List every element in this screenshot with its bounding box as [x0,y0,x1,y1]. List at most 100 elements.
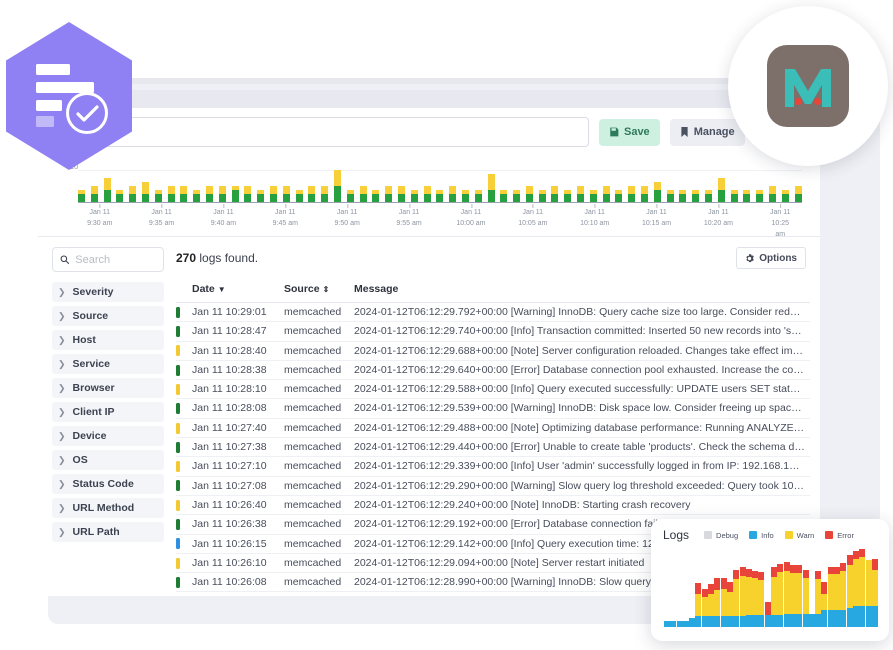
row-message: 2024-01-12T06:12:29.740+00:00 [Info] Tra… [350,321,810,342]
timeline-bar [705,190,713,202]
severity-bar [695,583,702,627]
timeline-bar [116,190,124,202]
severity-bar-error-segment [821,582,828,594]
severity-bar [827,566,834,627]
facet-client-ip[interactable]: ❯ Client IP [52,402,164,422]
table-row[interactable]: Jan 11 10:28:47 memcached 2024-01-12T06:12… [176,321,810,342]
table-row[interactable]: Jan 11 10:27:08 memcached 2024-01-12T06:12… [176,476,810,496]
facet-browser[interactable]: ❯ Browser [52,378,164,398]
severity-bar [701,588,708,627]
severity-bar-warn-segment [720,588,727,616]
tick-date: Jan 11 [398,209,420,216]
severity-bar-error-segment [859,549,866,557]
table-row[interactable]: Jan 11 10:28:38 memcached 2024-01-12T06:12… [176,360,810,381]
legend-item-warn[interactable]: Warn [784,531,814,540]
table-row[interactable]: Jan 11 10:27:38 memcached 2024-01-12T06:12… [176,437,810,458]
facet-url-method[interactable]: ❯ URL Method [52,498,164,518]
row-message: 2024-01-12T06:12:29.792+00:00 [Warning] … [350,302,810,323]
timeline-bar-warn-segment [244,186,252,194]
row-source: memcached [280,495,350,516]
col-date[interactable]: Date ▼ [188,278,280,303]
timeline-bar-warn-segment [321,186,329,194]
severity-bar-error-segment [827,566,834,575]
table-row[interactable]: Jan 11 10:29:01 memcached 2024-01-12T06:12… [176,302,810,323]
severity-bar-warn-segment [789,572,796,615]
severity-bar-warn-segment [745,576,752,616]
timeline-bar-warn-segment [180,186,188,194]
facet-device[interactable]: ❯ Device [52,426,164,446]
manage-button[interactable]: Manage [669,118,745,146]
timeline-bar-warn-segment [282,186,290,194]
options-button[interactable]: Options [736,247,806,269]
tick-date: Jan 11 [770,209,791,216]
table-row[interactable]: Jan 11 10:28:10 memcached 2024-01-12T06:12… [176,379,810,400]
facet-service[interactable]: ❯ Service [52,354,164,374]
query-input[interactable] [52,117,589,147]
col-source[interactable]: Source ⇕ [280,278,350,303]
timeline-bar-warn-segment [90,186,98,194]
timeline-bar [641,186,649,202]
timeline-plot[interactable]: 10 Jan 119:30 amJan 119:35 amJan 119:40 … [52,162,806,238]
timeline-bar-ok-segment [103,190,111,202]
row-source: memcached [280,341,350,361]
severity-bar-error-segment [796,564,803,573]
tick-mark [656,204,658,208]
facet-status-code[interactable]: ❯ Status Code [52,474,164,494]
severity-bar-error-segment [752,570,759,579]
table-row[interactable]: Jan 11 10:28:08 memcached 2024-01-12T06:12… [176,398,810,419]
severity-bar [840,563,847,627]
bookmark-icon [681,127,688,137]
tick-mark [780,204,782,208]
tick-time: 9:30 am [87,220,113,227]
severity-bar-error-segment [695,583,702,595]
row-source: memcached [280,418,350,439]
timeline-histogram-panel: 10 Jan 119:30 amJan 119:35 amJan 119:40 … [38,156,820,238]
severity-bar-info-segment [764,615,771,627]
table-row[interactable]: Jan 11 10:28:40 memcached 2024-01-12T06:12… [176,341,810,361]
timeline-bar [308,186,316,202]
facet-os[interactable]: ❯ OS [52,450,164,470]
facet-host[interactable]: ❯ Host [52,330,164,350]
timeline-axis [78,201,802,203]
severity-indicator [176,345,180,357]
query-toolbar: Save Manage Cre [38,108,820,156]
timeline-bar [257,190,265,202]
severity-bar-info-segment [708,615,715,627]
facet-list: ❯ Severity ❯ Source ❯ Host ❯ Service ❯ Browser ❯ Cl… [52,282,164,542]
table-row[interactable]: Jan 11 10:26:40 memcached 2024-01-12T06:12… [176,495,810,516]
row-source: memcached [280,437,350,458]
facet-search-box[interactable] [52,247,164,272]
facet-url-path[interactable]: ❯ URL Path [52,522,164,542]
severity-bar-warn-segment [695,594,702,616]
facet-search-input[interactable] [75,253,156,266]
tick-date: Jan 11 [151,209,172,216]
row-severity [176,514,188,535]
facet-source[interactable]: ❯ Source [52,306,164,326]
facet-severity[interactable]: ❯ Severity [52,282,164,302]
timeline-bar [538,190,546,202]
table-row[interactable]: Jan 11 10:27:10 memcached 2024-01-12T06:12… [176,456,810,477]
timeline-bar-warn-segment [218,186,226,194]
severity-bar-info-segment [733,615,740,627]
timeline-bar [692,190,700,202]
timeline-bar [589,190,597,202]
legend-item-debug[interactable]: Debug [704,531,738,540]
row-severity [176,341,188,361]
timeline-bar [769,186,777,202]
timeline-bar-ok-segment [487,190,495,202]
legend-item-error[interactable]: Error [825,531,854,540]
facet-host-label: Host [72,334,96,346]
row-source: memcached [280,534,350,554]
severity-bar-warn-segment [802,577,809,615]
timeline-bar [717,178,725,202]
timeline-bar [513,190,521,202]
legend-item-info[interactable]: Info [749,531,774,540]
severity-bar-error-segment [708,584,715,594]
tick-time: 9:50 am [334,220,360,227]
table-row[interactable]: Jan 11 10:27:40 memcached 2024-01-12T06:12… [176,418,810,439]
tick-mark [347,204,349,208]
row-date: Jan 11 10:29:01 [188,302,280,323]
row-severity [176,572,188,593]
row-severity [176,437,188,458]
save-button[interactable]: Save [598,118,660,146]
